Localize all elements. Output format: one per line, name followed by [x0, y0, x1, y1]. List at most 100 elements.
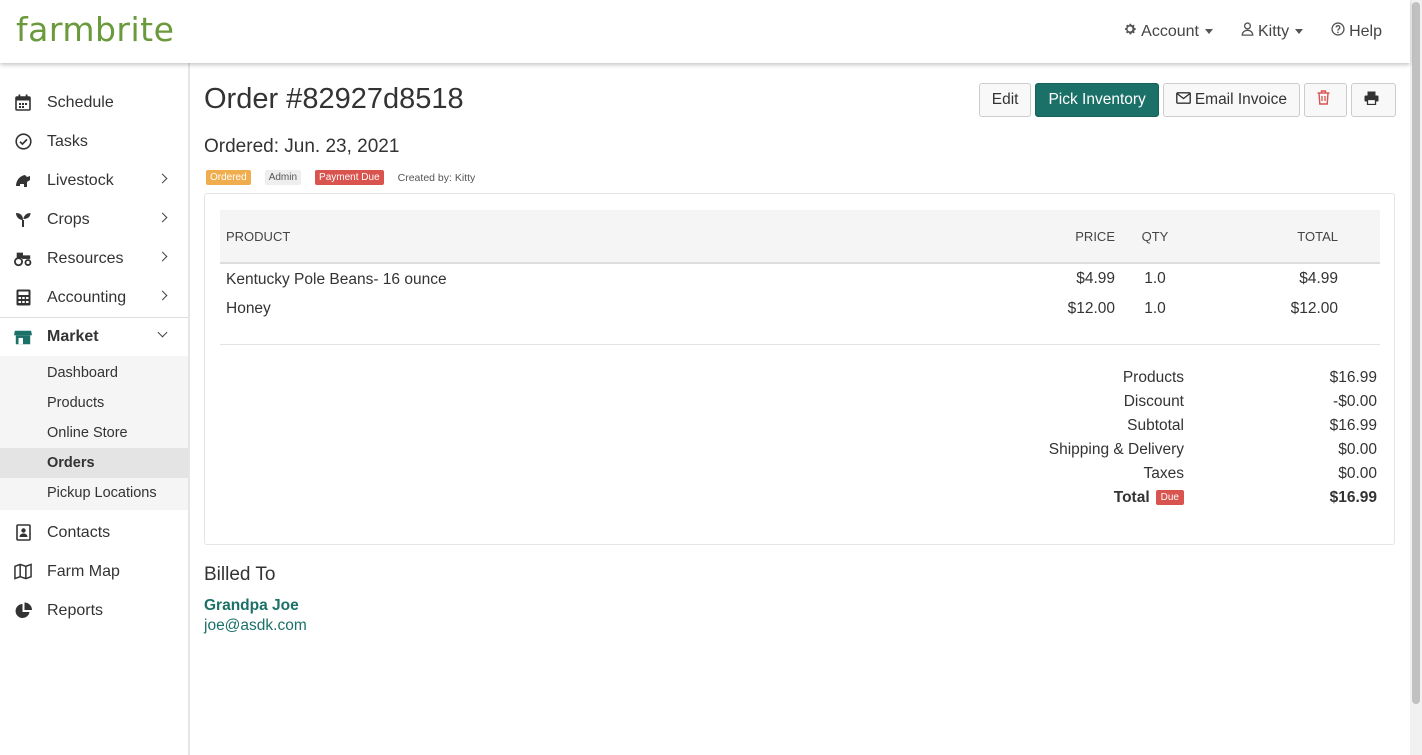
gear-icon — [1123, 22, 1141, 41]
product-qty: 1.0 — [1144, 270, 1166, 287]
email-invoice-button[interactable]: Email Invoice — [1162, 83, 1300, 117]
summary-label: Subtotal — [1127, 417, 1184, 434]
product-qty: 1.0 — [1144, 300, 1166, 317]
summary-label: Shipping & Delivery — [1048, 441, 1184, 458]
summary-value: $0.00 — [1338, 465, 1377, 482]
sidebar-item-resources[interactable]: Resources — [0, 239, 188, 278]
print-icon — [1364, 91, 1383, 110]
sidebar-item-label: Livestock — [47, 171, 114, 189]
sidebar-item-label: Reports — [47, 601, 104, 619]
email-invoice-label: Email Invoice — [1194, 91, 1287, 108]
top-bar: farmbrite Account Kitty Help — [0, 0, 1410, 63]
summary-row-discount: Discount -$0.00 — [907, 390, 1377, 414]
sidebar-subitem-online-store[interactable]: Online Store — [0, 418, 188, 448]
status-badge: Ordered — [206, 170, 251, 185]
sidebar-item-label: Tasks — [47, 132, 88, 150]
question-circle-icon — [1331, 22, 1349, 41]
product-name: Honey — [226, 300, 271, 317]
product-price: $4.99 — [1076, 270, 1115, 287]
summary-value: $0.00 — [1338, 441, 1377, 458]
order-items-card: PRODUCT PRICE QTY TOTAL Kentucky Pole Be… — [204, 193, 1395, 545]
account-label: Account — [1141, 22, 1199, 40]
column-header-qty: QTY — [1115, 210, 1195, 264]
sidebar-item-schedule[interactable]: Schedule — [0, 83, 188, 122]
sidebar-subitem-products[interactable]: Products — [0, 388, 188, 418]
sidebar-item-label: Market — [47, 328, 99, 345]
scrollbar-thumb[interactable] — [1412, 2, 1420, 704]
summary-value: $16.99 — [1329, 489, 1377, 506]
farmbrite-logo[interactable]: farmbrite — [16, 10, 174, 49]
address-book-icon — [14, 524, 32, 542]
due-badge: Due — [1155, 490, 1184, 506]
order-items-table: PRODUCT PRICE QTY TOTAL Kentucky Pole Be… — [220, 210, 1380, 324]
chevron-down-icon — [157, 327, 168, 338]
sidebar-subitem-pickup-locations[interactable]: Pickup Locations — [0, 478, 188, 508]
chevron-right-icon — [157, 173, 168, 184]
summary-value: $16.99 — [1329, 417, 1377, 434]
sidebar-subitem-dashboard[interactable]: Dashboard — [0, 358, 188, 388]
pie-chart-icon — [14, 602, 32, 620]
summary-row-total: Total Due $16.99 — [907, 486, 1377, 510]
total-label: Total — [1113, 489, 1150, 506]
delete-button[interactable] — [1304, 83, 1347, 117]
chevron-right-icon — [157, 212, 168, 223]
order-actions: Edit Pick Inventory Email Invoice — [975, 83, 1396, 117]
summary-value: -$0.00 — [1333, 393, 1377, 410]
sidebar-item-market[interactable]: Market — [0, 317, 188, 356]
table-row: Honey $12.00 1.0 $12.00 — [220, 294, 1380, 324]
print-button[interactable] — [1351, 83, 1396, 117]
table-header-row: PRODUCT PRICE QTY TOTAL — [220, 210, 1380, 264]
sidebar-item-accounting[interactable]: Accounting — [0, 278, 188, 317]
seedling-icon — [14, 211, 32, 229]
sidebar-item-reports[interactable]: Reports — [0, 591, 188, 630]
pick-inventory-button[interactable]: Pick Inventory — [1035, 83, 1159, 117]
chevron-right-icon — [157, 290, 168, 301]
summary-label: Taxes — [1143, 465, 1185, 482]
product-total: $4.99 — [1299, 270, 1338, 287]
divider — [220, 344, 1380, 345]
summary-row-subtotal: Subtotal $16.99 — [907, 414, 1377, 438]
sidebar-item-contacts[interactable]: Contacts — [0, 513, 188, 552]
sidebar-item-livestock[interactable]: Livestock — [0, 161, 188, 200]
sidebar-item-label: Accounting — [47, 288, 127, 306]
help-label: Help — [1349, 22, 1382, 40]
trash-icon — [1317, 90, 1334, 110]
customer-name-link[interactable]: Grandpa Joe — [204, 597, 299, 615]
product-total: $12.00 — [1290, 300, 1338, 317]
account-menu[interactable]: Account — [1123, 22, 1213, 41]
sidebar: Schedule Tasks Livestock Crops Resources… — [0, 63, 190, 755]
sidebar-subitem-orders[interactable]: Orders — [0, 448, 188, 478]
top-nav: Account Kitty Help — [1123, 0, 1410, 63]
order-summary: Products $16.99 Discount -$0.00 Subtotal… — [907, 366, 1377, 510]
column-header-total: TOTAL — [1195, 210, 1380, 264]
product-name: Kentucky Pole Beans- 16 ounce — [226, 271, 447, 288]
sidebar-item-tasks[interactable]: Tasks — [0, 122, 188, 161]
page-scrollbar[interactable] — [1410, 0, 1422, 755]
column-header-product: PRODUCT — [220, 210, 1015, 264]
user-label: Kitty — [1257, 22, 1290, 40]
livestock-icon — [14, 172, 32, 190]
summary-row-shipping: Shipping & Delivery $0.00 — [907, 438, 1377, 462]
summary-label: Products — [1122, 369, 1184, 386]
sidebar-item-label: Resources — [47, 249, 124, 267]
sidebar-item-label: Farm Map — [47, 562, 120, 580]
help-link[interactable]: Help — [1331, 22, 1382, 41]
market-submenu: Dashboard Products Online Store Orders P… — [0, 356, 188, 510]
column-header-price: PRICE — [1015, 210, 1115, 264]
source-badge: Admin — [264, 170, 302, 185]
store-icon — [14, 328, 32, 346]
caret-down-icon — [1204, 29, 1213, 34]
user-menu[interactable]: Kitty — [1241, 22, 1304, 41]
tractor-icon — [14, 250, 32, 268]
customer-email-link[interactable]: joe@asdk.com — [204, 617, 307, 635]
edit-button[interactable]: Edit — [978, 83, 1032, 117]
payment-status-badge: Payment Due — [315, 170, 384, 185]
summary-row-taxes: Taxes $0.00 — [907, 462, 1378, 486]
sidebar-item-farm-map[interactable]: Farm Map — [0, 552, 188, 591]
user-icon — [1241, 22, 1258, 41]
table-row: Kentucky Pole Beans- 16 ounce $4.99 1.0 … — [220, 263, 1380, 294]
page-title: Order #82927d8518 — [204, 83, 464, 115]
sidebar-item-crops[interactable]: Crops — [0, 200, 188, 239]
ordered-date: Ordered: Jun. 23, 2021 — [204, 136, 400, 157]
product-price: $12.00 — [1067, 300, 1115, 317]
